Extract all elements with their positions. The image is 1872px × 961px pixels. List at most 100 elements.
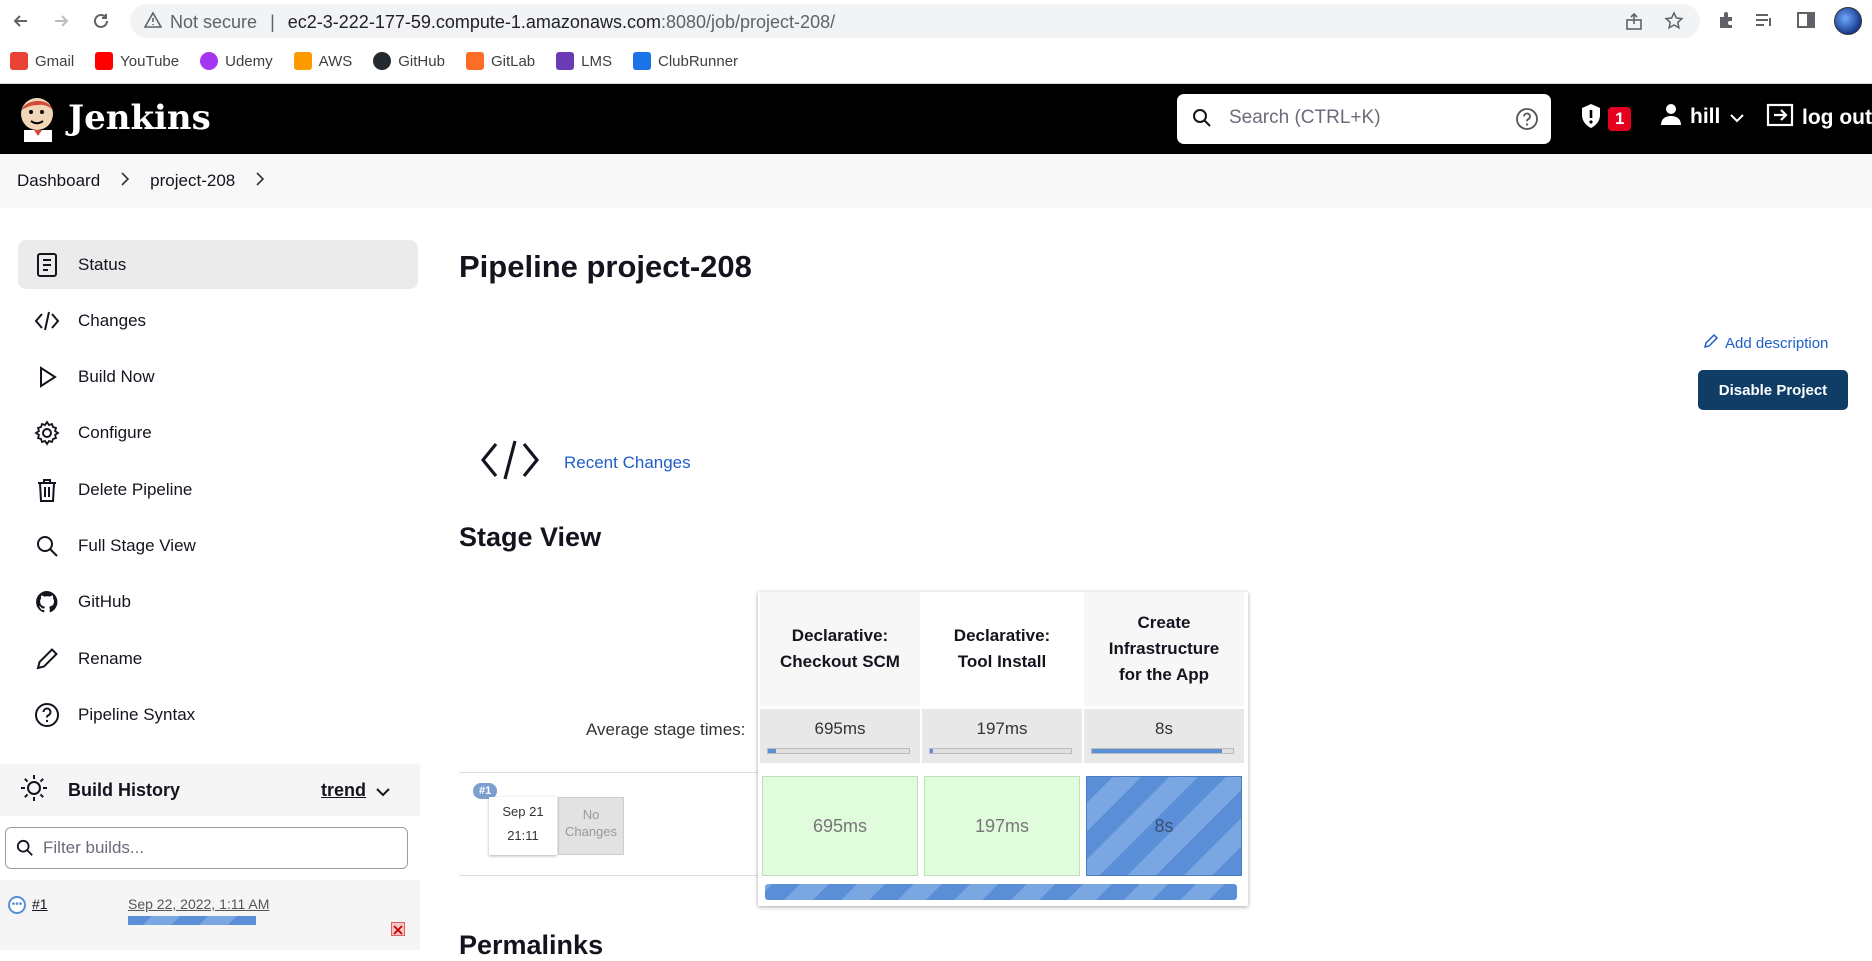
bookmark-aws[interactable]: AWS <box>293 52 352 70</box>
bookmark-label: GitHub <box>398 52 445 70</box>
sidebar-item-label: Status <box>78 254 127 274</box>
bookmark-github[interactable]: GitHub <box>373 52 445 70</box>
sidebar-item-pipeline-syntax[interactable]: Pipeline Syntax <box>18 690 418 739</box>
chevron-down-icon <box>1730 105 1745 129</box>
breadcrumb-project[interactable]: project-208 <box>150 171 235 191</box>
sidebar-item-changes[interactable]: Changes <box>18 296 418 345</box>
stage-average: 695ms <box>760 709 920 763</box>
sidebar-item-label: Changes <box>78 310 147 330</box>
stage-average-bar <box>929 748 1072 754</box>
chevron-right-icon[interactable] <box>120 171 130 191</box>
bookmark-youtube[interactable]: YouTube <box>95 52 179 70</box>
lms-icon <box>556 52 575 70</box>
recent-changes[interactable]: Recent Changes <box>480 438 691 487</box>
filter-builds[interactable] <box>5 827 408 869</box>
stage-average-fill <box>1092 749 1222 753</box>
warning-icon <box>143 11 163 34</box>
gear-icon <box>34 420 60 447</box>
sidebar-item-full-stage-view[interactable]: Full Stage View <box>18 522 418 571</box>
stage-name-line: Infrastructure <box>1108 639 1220 658</box>
disable-project-button[interactable]: Disable Project <box>1698 370 1848 410</box>
sidebar-item-delete-pipeline[interactable]: Delete Pipeline <box>18 465 418 514</box>
help-icon[interactable] <box>1515 107 1539 136</box>
address-bar[interactable]: Not secure | ec2-3-222-177-59.compute-1.… <box>130 4 1700 38</box>
list-item: ••• #1 Sep 22, 2022, 1:11 AM <box>0 888 420 948</box>
avg-stage-times-label: Average stage times: <box>586 720 746 739</box>
star-icon[interactable] <box>1664 11 1684 36</box>
bookmark-gitlab[interactable]: GitLab <box>465 52 535 70</box>
search-box[interactable] <box>1177 94 1551 144</box>
sidebar-item-rename[interactable]: Rename <box>18 634 418 683</box>
stage-name-line: Declarative: <box>953 626 1051 645</box>
aws-icon <box>293 52 312 70</box>
back-icon[interactable] <box>8 8 34 34</box>
filter-builds-input[interactable] <box>43 838 383 858</box>
bookmarks-bar: Gmail YouTube Udemy AWS GitHub GitLab LMS ClubR… <box>0 47 759 75</box>
url-path: :8080/job/project-208/ <box>660 12 836 32</box>
add-description-link[interactable]: Add description <box>1703 333 1828 353</box>
sidebar-item-build-now[interactable]: Build Now <box>18 353 418 402</box>
user-menu[interactable]: hill <box>1660 103 1745 131</box>
build-history-title: Build History <box>68 779 181 800</box>
stage-cell[interactable]: 695ms <box>762 776 918 876</box>
reading-list-icon[interactable] <box>1754 10 1774 35</box>
sidebar-item-label: Pipeline Syntax <box>78 704 196 724</box>
bookmark-label: ClubRunner <box>658 52 739 70</box>
sidebar-item-configure[interactable]: Configure <box>18 409 418 458</box>
search-input[interactable] <box>1229 107 1499 129</box>
bookmark-lms[interactable]: LMS <box>556 52 612 70</box>
url-text: Not secure | ec2-3-222-177-59.compute-1.… <box>170 12 836 32</box>
sidebar-item-github[interactable]: GitHub <box>18 578 418 627</box>
chevron-right-icon[interactable] <box>255 171 265 191</box>
user-icon <box>1660 103 1682 131</box>
chevron-down-icon[interactable] <box>376 784 390 802</box>
no-changes-card: No Changes <box>558 797 624 855</box>
bookmark-clubrunner[interactable]: ClubRunner <box>633 52 738 70</box>
bookmark-label: LMS <box>581 52 612 70</box>
security-warnings[interactable]: 1 <box>1580 103 1632 135</box>
stage-header: Declarative: Tool Install <box>922 592 1082 706</box>
stage-name-line: Checkout SCM <box>780 652 900 671</box>
reload-icon[interactable] <box>88 8 114 34</box>
user-name: hill <box>1690 105 1721 128</box>
browser-chrome: Not secure | ec2-3-222-177-59.compute-1.… <box>0 0 1872 84</box>
stage-cell[interactable]: 197ms <box>924 776 1080 876</box>
build-history-list: ••• #1 Sep 22, 2022, 1:11 AM <box>0 880 420 950</box>
logout-label: log out <box>1802 106 1872 129</box>
recent-changes-link[interactable]: Recent Changes <box>564 453 691 473</box>
build-date-link[interactable]: Sep 22, 2022, 1:11 AM <box>128 896 269 912</box>
build-history-header: Build History trend <box>0 764 420 816</box>
stage-name-line: Tool Install <box>957 652 1047 671</box>
stage-average-bar <box>767 748 910 754</box>
bookmark-label: YouTube <box>120 52 180 70</box>
bookmark-gmail[interactable]: Gmail <box>10 52 74 70</box>
search-icon <box>1192 108 1212 133</box>
sidebar-item-label: GitHub <box>78 592 131 612</box>
forward-icon[interactable] <box>48 8 74 34</box>
trend-link[interactable]: trend <box>321 780 366 801</box>
profile-avatar[interactable] <box>1834 7 1862 35</box>
sidebar-item-status[interactable]: Status <box>18 240 418 289</box>
bookmark-udemy[interactable]: Udemy <box>200 52 273 70</box>
build-time: 21:11 <box>507 828 539 843</box>
build-number-link[interactable]: #1 <box>32 896 48 912</box>
logout-link[interactable]: log out <box>1766 103 1872 133</box>
side-panel-icon[interactable] <box>1796 10 1816 35</box>
page-title: Pipeline project-208 <box>459 249 752 284</box>
build-progress-bar <box>128 916 256 925</box>
trash-icon <box>34 477 60 503</box>
breadcrumb-dashboard[interactable]: Dashboard <box>17 171 100 191</box>
app-title[interactable]: Jenkins <box>68 98 211 138</box>
stage-cell[interactable]: 8s <box>1086 776 1242 876</box>
add-description-label: Add description <box>1725 334 1829 352</box>
abort-build-icon[interactable] <box>391 922 405 936</box>
gitlab-icon <box>465 52 484 70</box>
sidebar-item-label: Configure <box>78 423 152 443</box>
share-icon[interactable] <box>1624 12 1644 37</box>
search-icon <box>34 533 60 559</box>
stage-average-fill <box>768 749 777 753</box>
jenkins-logo-icon[interactable] <box>16 94 62 144</box>
stage-view-table: Declarative: Checkout SCM 695ms 695ms Declar… <box>758 592 1248 906</box>
extensions-icon[interactable] <box>1716 10 1736 35</box>
stage-name-line: for the App <box>1118 665 1210 684</box>
